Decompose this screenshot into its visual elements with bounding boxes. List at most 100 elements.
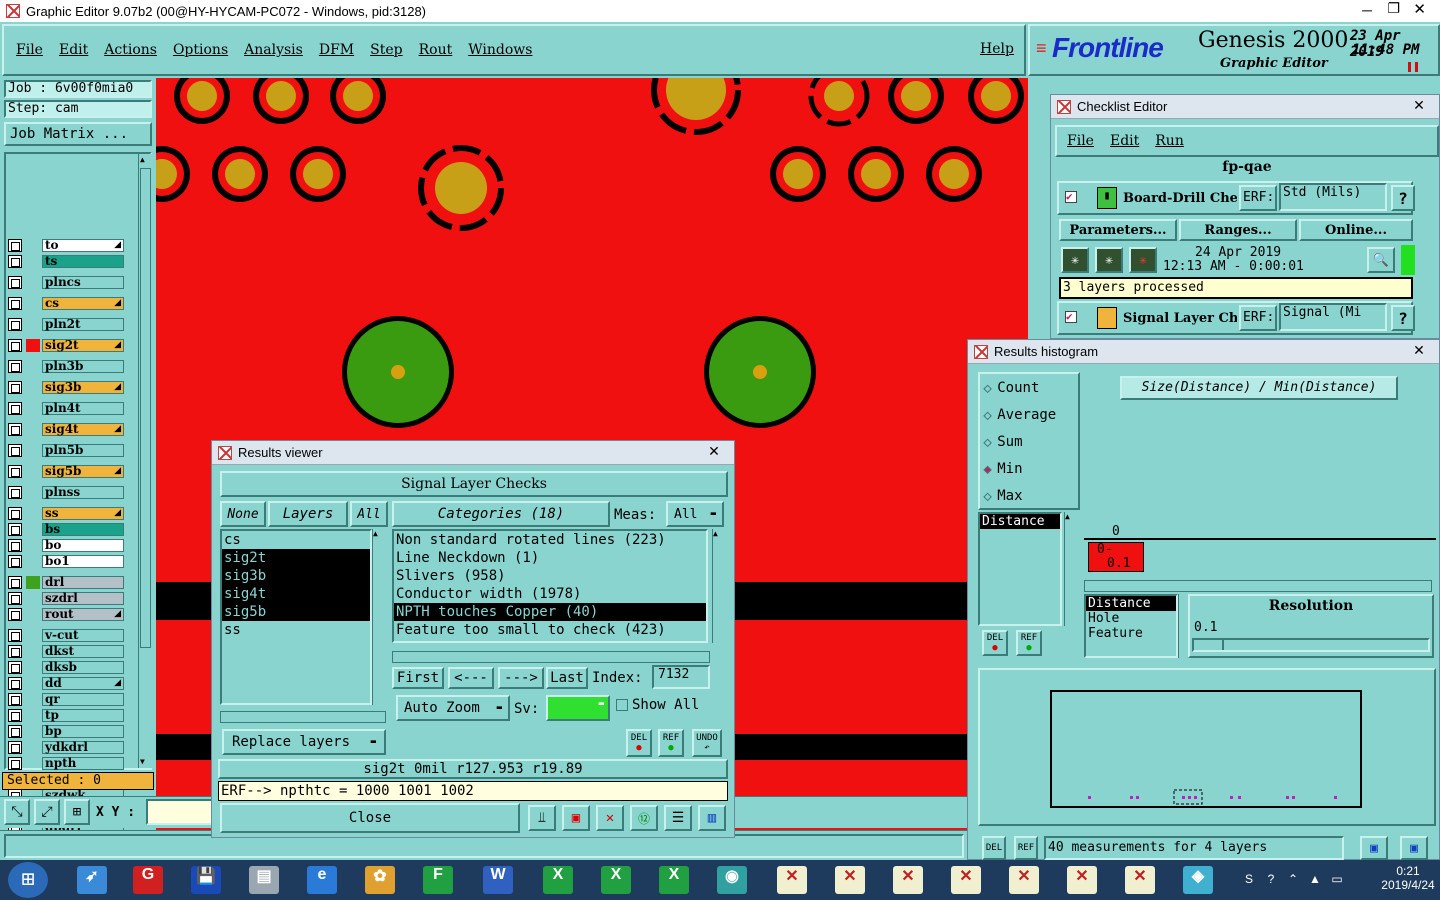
layer-display-swatch[interactable] <box>26 444 40 457</box>
type-item-distance[interactable]: Distance <box>1086 596 1176 611</box>
layer-affected-checkbox[interactable] <box>8 660 22 674</box>
layer-row-sig2t[interactable]: sig2t ◢ <box>8 338 124 352</box>
run-check-icon[interactable]: ✳ <box>1061 247 1089 273</box>
layer-display-swatch[interactable] <box>26 276 40 289</box>
layer-display-swatch[interactable] <box>26 677 40 690</box>
layer-affected-checkbox[interactable] <box>8 380 22 394</box>
layer-affected-checkbox[interactable] <box>8 338 22 352</box>
layer-row-szdrl[interactable]: szdrl <box>8 591 124 605</box>
layer-name[interactable]: dkst <box>42 644 124 658</box>
menu-analysis[interactable]: Analysis <box>244 42 303 58</box>
layer-display-swatch[interactable] <box>26 661 40 674</box>
show-all-checkbox[interactable] <box>616 699 628 711</box>
checklist-menu-run[interactable]: Run <box>1155 133 1184 149</box>
hist-option-count[interactable]: ◆ Count <box>983 380 1039 396</box>
checklist-menu-edit[interactable]: Edit <box>1110 133 1139 149</box>
layer-display-swatch[interactable] <box>26 381 40 394</box>
layer-name[interactable]: bs <box>42 522 124 536</box>
resolution-slider-thumb[interactable] <box>1194 640 1224 650</box>
result-layer-item[interactable]: ss <box>222 621 370 639</box>
sv-color-dropdown[interactable]: ▬ <box>546 695 610 721</box>
layer-name[interactable]: plnss <box>42 485 124 499</box>
layer-display-swatch[interactable] <box>26 523 40 536</box>
tray-network-icon[interactable]: ▭ <box>1328 870 1346 888</box>
layer-affected-checkbox[interactable] <box>8 644 22 658</box>
checklist-close-icon[interactable]: ✕ <box>1407 97 1431 115</box>
layer-row-cs[interactable]: cs ◢ <box>8 296 124 310</box>
check-row-2[interactable]: ✔ Signal Layer Ch ERF: Signal (Mi ? <box>1057 301 1415 335</box>
layer-row-bp[interactable]: bp <box>8 724 124 738</box>
layer-display-swatch[interactable] <box>26 360 40 373</box>
menu-rout[interactable]: Rout <box>419 42 453 58</box>
result-category-item[interactable]: Feature too small to check (423) <box>394 621 706 639</box>
layer-affected-checkbox[interactable] <box>8 628 22 642</box>
radio-diamond-icon[interactable]: ◆ <box>983 462 991 477</box>
check1-help-button[interactable]: ? <box>1391 185 1415 211</box>
start-button[interactable]: ⊞ <box>8 862 48 898</box>
layer-results-hscrollbar[interactable] <box>220 711 386 723</box>
layer-row-tp[interactable]: tp <box>8 708 124 722</box>
auto-zoom-dropdown[interactable]: Auto Zoom ▬ <box>396 695 510 721</box>
minimize-icon[interactable]: ─ <box>1362 2 1372 18</box>
run-all-icon[interactable]: ✳ <box>1095 247 1123 273</box>
first-button[interactable]: First <box>392 667 444 689</box>
type-item-hole[interactable]: Hole <box>1086 611 1176 626</box>
genesis-window-5-icon[interactable]: ✕ <box>998 862 1050 898</box>
layer-row-pln5b[interactable]: pln5b <box>8 443 124 457</box>
layer-name[interactable]: dksb <box>42 660 124 674</box>
layer-display-swatch[interactable] <box>26 239 40 252</box>
scroll-up-icon[interactable]: ▲ <box>140 156 151 164</box>
layer-affected-checkbox[interactable] <box>8 238 22 252</box>
menu-actions[interactable]: Actions <box>104 42 157 58</box>
layer-row-dkst[interactable]: dkst <box>8 644 124 658</box>
measure-scrollbar[interactable]: ▲ <box>1064 512 1078 626</box>
layer-affected-checkbox[interactable] <box>8 464 22 478</box>
layer-display-swatch[interactable] <box>26 297 40 310</box>
layer-row-plncs[interactable]: plncs <box>8 275 124 289</box>
layer-affected-checkbox[interactable] <box>8 401 22 415</box>
hist-option-sum[interactable]: ◆ Sum <box>983 434 1022 450</box>
meas-dropdown[interactable]: All ▬ <box>666 501 724 527</box>
layer-row-npth[interactable]: npth <box>8 756 124 770</box>
radio-diamond-icon[interactable]: ◆ <box>983 489 991 504</box>
layer-affected-checkbox[interactable] <box>8 443 22 457</box>
layer-row-sig5b[interactable]: sig5b ◢ <box>8 464 124 478</box>
histogram-close-icon[interactable]: ✕ <box>1407 342 1431 360</box>
layer-results-scrollbar[interactable]: ▲ <box>372 529 386 705</box>
excel-icon-3[interactable]: X <box>648 862 700 898</box>
layer-name[interactable]: ydkdrl <box>42 740 124 754</box>
layer-list-scrollbar[interactable]: ▲ ▼ <box>138 154 152 768</box>
radio-diamond-icon[interactable]: ◆ <box>983 435 991 450</box>
menu-options[interactable]: Options <box>173 42 228 58</box>
prev-button[interactable]: <--- <box>448 667 494 689</box>
layer-display-swatch[interactable] <box>26 423 40 436</box>
category-scrollbar[interactable]: ▲ <box>712 529 726 643</box>
histogram-report-icon[interactable]: ▣ <box>1400 836 1428 860</box>
measure-list[interactable]: Distance <box>978 512 1062 626</box>
menu-step[interactable]: Step <box>370 42 402 58</box>
parameters-button[interactable]: Parameters... <box>1059 219 1177 241</box>
layer-row-ts[interactable]: ts <box>8 254 124 268</box>
layer-row-v-cut[interactable]: v-cut <box>8 628 124 642</box>
radio-diamond-icon[interactable]: ◆ <box>983 408 991 423</box>
layer-name[interactable]: rout ◢ <box>42 607 124 621</box>
ie-browser-icon[interactable]: e <box>296 862 348 898</box>
layer-display-swatch[interactable] <box>26 402 40 415</box>
zoom-fit-icon[interactable]: ⤡ <box>4 799 30 825</box>
hist-ref-button[interactable]: REF ● <box>1016 630 1042 656</box>
result-category-item[interactable]: Conductor width (1978) <box>394 585 706 603</box>
layer-row-qr[interactable]: qr <box>8 692 124 706</box>
tray-arrow-icon[interactable]: ⌃ <box>1284 870 1302 888</box>
layers-all-button[interactable]: All <box>350 501 388 527</box>
preview-del-button[interactable]: DEL <box>982 836 1006 860</box>
layer-affected-checkbox[interactable] <box>8 359 22 373</box>
result-category-item[interactable]: Non standard rotated lines (223) <box>394 531 706 549</box>
result-layer-item[interactable]: sig5b <box>222 603 370 621</box>
category-hscrollbar[interactable] <box>392 651 710 663</box>
chart-hscrollbar[interactable] <box>1084 580 1432 592</box>
rv-ref-button[interactable]: REF ● <box>658 729 684 757</box>
online-button[interactable]: Online... <box>1299 219 1413 241</box>
layer-row-bs[interactable]: bs <box>8 522 124 536</box>
rv-undo-button[interactable]: UNDO ↶ <box>692 729 722 757</box>
layer-name[interactable]: ts <box>42 254 124 268</box>
